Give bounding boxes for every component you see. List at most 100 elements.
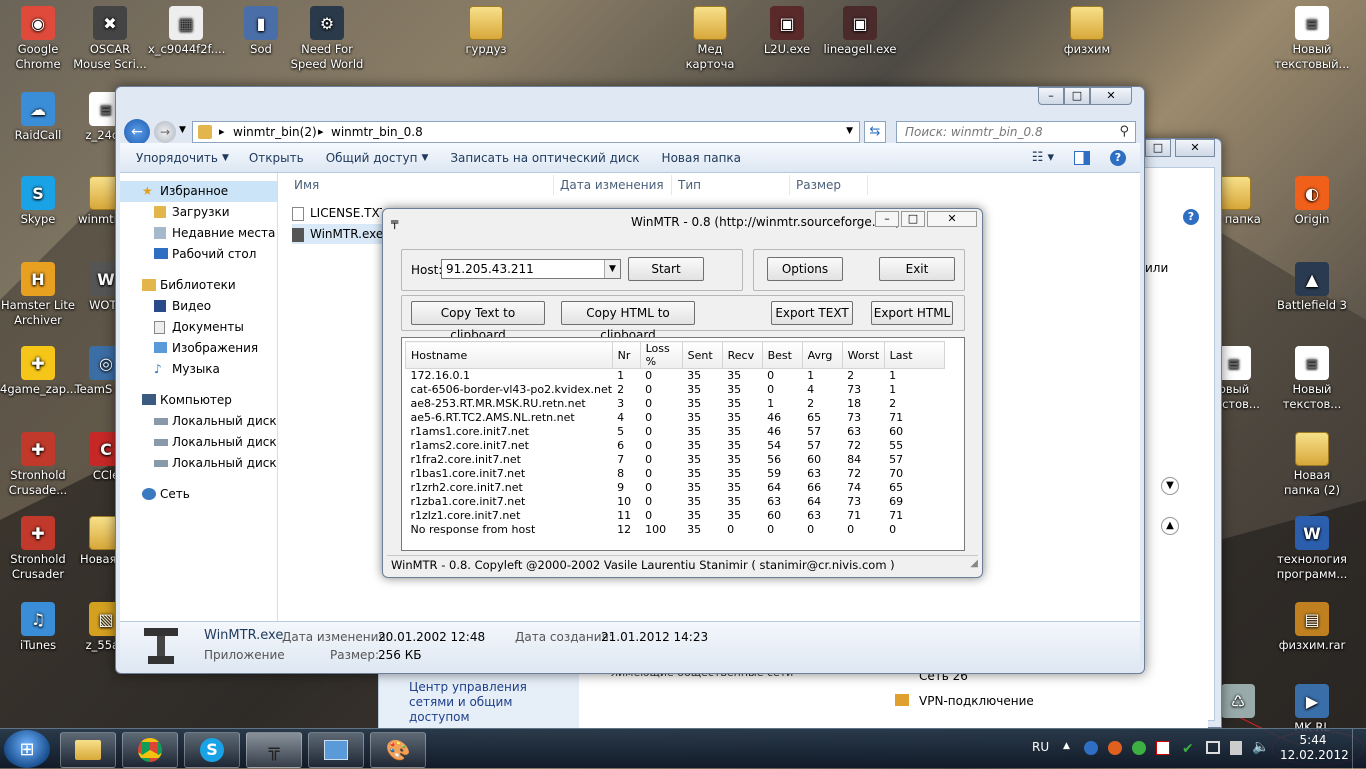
nav-downloads[interactable]: Загрузки (120, 202, 277, 223)
nav-drive-d[interactable]: Локальный диск (D (120, 432, 294, 453)
close-button[interactable]: ✕ (1175, 139, 1215, 157)
vpn-connection[interactable]: VPN-подключение (919, 694, 1034, 708)
desktop-icon-origin[interactable]: ◐ Origin (1274, 176, 1350, 227)
copy-text-button[interactable]: Copy Text to clipboard (411, 301, 545, 342)
minimize-button[interactable]: – (875, 211, 899, 227)
minimize-button[interactable]: – (1038, 87, 1064, 105)
desktop-icon-x_c9044[interactable]: ▦ x_c9044f2f.... (148, 6, 225, 57)
refresh-button[interactable]: ⇆ (864, 121, 886, 143)
results-list[interactable]: Hostname Nr Loss % Sent Recv Best Avrg Worst Las… (401, 337, 965, 551)
desktop-icon-fizhimrar[interactable]: ▤ физхим.rar (1274, 602, 1350, 653)
file-row[interactable]: LICENSE.TXT (292, 203, 382, 223)
nav-recent[interactable]: Недавние места (120, 223, 277, 244)
column-header[interactable]: Best (761, 341, 803, 369)
chevron-up-icon[interactable]: ▲ (1161, 517, 1179, 535)
network-center-link[interactable]: Центр управления сетями и общим доступом (409, 680, 569, 725)
maximize-button[interactable]: □ (901, 211, 925, 227)
nav-video[interactable]: Видео (120, 296, 277, 317)
nav-music[interactable]: ♪ Музыка (120, 359, 277, 380)
volume-icon[interactable]: 🔈 (1252, 739, 1269, 755)
breadcrumb-1[interactable]: winmtr_bin(2) (233, 125, 317, 139)
desktop-icon-skype[interactable]: S Skype (0, 176, 76, 227)
start-button[interactable]: Start (628, 257, 704, 281)
desktop-icon-nfs[interactable]: ⚙ Need For Speed World (289, 6, 365, 72)
help-icon[interactable]: ? (1183, 209, 1199, 225)
desktop-icon-gurdu[interactable]: гурдуз (448, 6, 524, 57)
nav-images[interactable]: Изображения (120, 338, 277, 359)
column-size[interactable]: Размер (790, 175, 868, 195)
address-bar[interactable]: ▸ winmtr_bin(2) ▸ winmtr_bin_0.8 ▼ (192, 121, 860, 143)
column-header[interactable]: Hostname (405, 341, 613, 369)
host-combobox[interactable]: 91.205.43.211 ▼ (441, 259, 621, 279)
desktop-icon-fizhim[interactable]: физхим (1049, 6, 1125, 57)
tray-icon-1[interactable] (1084, 741, 1098, 755)
desktop-icon-raidcall[interactable]: ☁ RaidCall (0, 92, 76, 143)
nav-favorites[interactable]: ★ Избранное (120, 181, 277, 202)
desktop-icon-oscar[interactable]: ✖ OSCAR Mouse Scri... (72, 6, 148, 72)
copy-html-button[interactable]: Copy HTML to clipboard (561, 301, 695, 342)
export-html-button[interactable]: Export HTML (871, 301, 953, 325)
views-icon[interactable]: ☷ ▾ (1032, 150, 1054, 165)
desktop-icon-hamster[interactable]: H Hamster Lite Archiver (0, 262, 76, 328)
file-row-selected[interactable]: WinMTR.exe (292, 224, 382, 244)
explorer-taskbar-button[interactable] (60, 732, 116, 768)
nav-desktop[interactable]: Рабочий стол (120, 244, 277, 265)
table-row[interactable]: r1fra2.core.init7.net 7 0 35 35 56 60 84 57 (406, 453, 945, 467)
desktop-icon-4game[interactable]: ✚ 4game_zap... (0, 346, 77, 397)
nav-drive-e[interactable]: Локальный диск (E (120, 453, 293, 474)
table-row[interactable]: r1zlz1.core.init7.net 11 0 35 35 60 63 71 71 (406, 509, 945, 523)
column-header[interactable]: Avrg (801, 341, 843, 369)
chevron-down-icon[interactable]: ▼ (1161, 477, 1179, 495)
tray-icon-3[interactable] (1132, 741, 1146, 755)
tray-icon-2[interactable] (1108, 741, 1122, 755)
desktop-icon-newtxt1[interactable]: ≡ Новый текстовый... (1274, 6, 1350, 72)
maximize-button[interactable]: □ (1064, 87, 1090, 105)
close-button[interactable]: ✕ (927, 211, 977, 227)
table-row[interactable]: ae8-253.RT.MR.MSK.RU.retn.net 3 0 35 35 1 2 18 2 (406, 397, 945, 411)
help-icon[interactable]: ? (1110, 149, 1126, 166)
paint-taskbar-button[interactable]: 🎨 (370, 732, 426, 768)
chrome-taskbar-button[interactable] (122, 732, 178, 768)
desktop-icon-stronghold2[interactable]: ✚ Stronhold Crusader (0, 516, 76, 582)
desktop-icon-itunes[interactable]: ♫ iTunes (0, 602, 76, 653)
search-box[interactable]: Поиск: winmtr_bin_0.8 ⚲ (896, 121, 1136, 143)
nav-computer[interactable]: Компьютер (120, 390, 277, 411)
burn-button[interactable]: Записать на оптический диск (450, 151, 639, 165)
options-button[interactable]: Options (767, 257, 843, 281)
network-tray-icon[interactable] (1206, 741, 1220, 754)
control-panel-taskbar-button[interactable] (308, 732, 364, 768)
nav-libraries[interactable]: Библиотеки (120, 275, 277, 296)
chevron-down-icon[interactable]: ▼ (179, 125, 186, 135)
clock[interactable]: 5:44 12.02.2012 (1280, 733, 1349, 763)
tray-icon-6[interactable] (1230, 741, 1242, 755)
nav-network[interactable]: Сеть (120, 484, 277, 505)
column-type[interactable]: Тип (672, 175, 790, 195)
resize-grip-icon[interactable]: ◢ (970, 558, 978, 569)
desktop-icon-lineage[interactable]: ▣ lineageII.exe (822, 6, 898, 57)
desktop-icon-chrome[interactable]: ◉ Google Chrome (0, 6, 76, 72)
desktop-icon-newfolder2[interactable]: Новая папка (2) (1274, 432, 1350, 498)
maximize-button[interactable]: □ (1145, 139, 1171, 157)
table-row[interactable]: r1ams1.core.init7.net 5 0 35 35 46 57 63 60 (406, 425, 945, 439)
start-button[interactable]: ⊞ (4, 730, 50, 768)
column-header[interactable]: Sent (681, 341, 723, 369)
organize-button[interactable]: Упорядочить (136, 151, 218, 165)
back-button[interactable]: ← (124, 119, 150, 145)
language-indicator[interactable]: RU (1032, 740, 1049, 754)
column-header[interactable]: Last (883, 341, 945, 369)
tray-icon-4[interactable] (1156, 741, 1170, 755)
chevron-down-icon[interactable]: ▼ (846, 126, 853, 136)
table-row[interactable]: r1ams2.core.init7.net 6 0 35 35 54 57 72 55 (406, 439, 945, 453)
desktop-icon-bf3[interactable]: ▲ Battlefield 3 (1274, 262, 1350, 313)
close-button[interactable]: ✕ (1090, 87, 1132, 105)
table-row[interactable]: 172.16.0.1 1 0 35 35 0 1 2 1 (406, 369, 945, 383)
tray-icon-5[interactable]: ✔ (1182, 741, 1194, 757)
breadcrumb-2[interactable]: winmtr_bin_0.8 (331, 125, 423, 139)
skype-taskbar-button[interactable]: S (184, 732, 240, 768)
column-date[interactable]: Дата изменения (554, 175, 672, 195)
nav-drive-c[interactable]: Локальный диск (C (120, 411, 293, 432)
preview-pane-icon[interactable] (1074, 150, 1090, 165)
column-header[interactable]: Loss % (639, 341, 683, 369)
table-row[interactable]: ae5-6.RT.TC2.AMS.NL.retn.net 4 0 35 35 46 65 73… (406, 411, 945, 425)
desktop-icon-stronghold1[interactable]: ✚ Stronhold Crusade... (0, 432, 76, 498)
